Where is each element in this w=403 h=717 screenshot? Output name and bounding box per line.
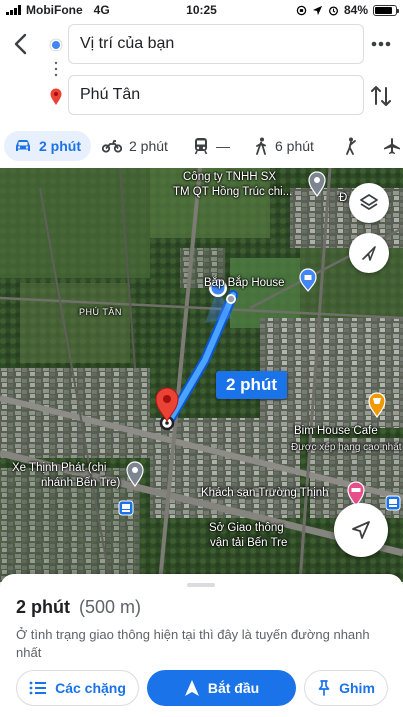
map-label-so-giao-thong[interactable]: Sở Giao thông — [209, 522, 284, 534]
steps-button[interactable]: Các chặng — [16, 670, 139, 706]
steps-button-label: Các chặng — [55, 680, 126, 696]
navigation-arrow-icon — [352, 521, 370, 539]
route-connector-icon — [49, 38, 63, 105]
route-description: Ở tình trạng giao thông hiện tại thì đây… — [16, 627, 370, 660]
layers-icon — [360, 194, 378, 210]
battery-fill — [375, 6, 392, 14]
mode-tab-label: — — [216, 138, 230, 154]
swap-vertical-icon — [371, 86, 391, 106]
map-view[interactable]: Công ty TNHH SX TM QT Hồng Trúc chi... Đ… — [0, 168, 403, 582]
route-summary: 2 phút (500 m) — [16, 597, 141, 618]
origin-input[interactable]: Vị trí của bạn — [68, 24, 364, 64]
flight-icon — [384, 138, 400, 154]
map-label-edge[interactable]: Đ — [339, 192, 347, 204]
walk-icon — [256, 137, 266, 155]
location-arrow-icon — [312, 5, 323, 15]
map-label-xe-thinh-phat[interactable]: nhánh Bến Tre) — [41, 477, 120, 489]
sheet-drag-handle[interactable] — [187, 583, 215, 587]
bus-stop-icon[interactable] — [118, 500, 134, 516]
start-button[interactable]: Bắt đầu — [147, 670, 296, 706]
destination-pin-icon[interactable] — [153, 386, 181, 422]
destination-input[interactable]: Phú Tân — [68, 75, 364, 115]
ride-icon — [346, 137, 356, 155]
motorbike-icon — [102, 140, 122, 153]
back-button[interactable] — [10, 30, 34, 58]
mode-tab-label: 2 phút — [129, 138, 168, 154]
status-bar: MobiFone 4G 10:25 84% — [0, 0, 403, 20]
shopping-pin-icon[interactable] — [298, 268, 318, 292]
battery-percent: 84% — [343, 3, 368, 17]
layers-button[interactable] — [349, 183, 389, 223]
mode-tab-driving[interactable]: 2 phút — [4, 131, 91, 161]
pin-button-label: Ghim — [339, 680, 375, 696]
route-distance: (500 m) — [79, 597, 142, 617]
back-arrow-icon — [14, 33, 27, 55]
compass-icon — [362, 246, 376, 261]
pushpin-icon — [318, 680, 330, 696]
mode-tab-ride[interactable] — [343, 131, 359, 161]
car-icon — [16, 140, 30, 151]
shop-pin-icon[interactable] — [125, 461, 145, 487]
more-options-button[interactable] — [367, 34, 395, 54]
alarm-icon — [328, 5, 338, 15]
travel-mode-tabs: 2 phút 2 phút — 6 phút — [0, 128, 403, 164]
cafe-pin-icon[interactable] — [367, 392, 387, 418]
mode-tab-motorbike[interactable]: 2 phút — [102, 131, 168, 161]
map-label-bim-house[interactable]: Bim House Cafe — [294, 425, 378, 437]
battery-icon — [373, 4, 399, 16]
map-label-hotel[interactable]: Khách sạn Trường Thịnh — [201, 487, 329, 499]
pin-button[interactable]: Ghim — [304, 670, 388, 706]
route-duration: 2 phút — [16, 597, 70, 617]
map-label-bim-house-rating: Được xếp hạng cao nhất — [291, 442, 402, 453]
orientation-lock-icon — [296, 5, 307, 15]
swap-button[interactable] — [367, 82, 395, 110]
navigate-button[interactable] — [334, 503, 388, 557]
map-label-bap-house[interactable]: Bắp Bắp House — [204, 277, 285, 289]
mode-tab-transit[interactable]: — — [193, 131, 230, 161]
route-eta-badge[interactable]: 2 phút — [216, 371, 287, 399]
mode-tab-label: 6 phút — [275, 138, 314, 154]
mode-tab-walking[interactable]: 6 phút — [254, 131, 314, 161]
navigation-arrow-icon — [184, 680, 199, 696]
bus-stop-icon[interactable] — [385, 495, 401, 511]
map-label-xe-thinh-phat[interactable]: Xe Thịnh Phát (chi — [12, 462, 106, 474]
place-pin-icon[interactable] — [307, 171, 327, 197]
compass-button[interactable] — [349, 233, 389, 273]
more-horizontal-icon — [371, 41, 391, 47]
start-button-label: Bắt đầu — [207, 680, 260, 696]
map-label-company[interactable]: Công ty TNHH SX — [183, 171, 276, 183]
transit-icon — [194, 138, 208, 155]
map-label-company[interactable]: TM QT Hồng Trúc chi... — [173, 186, 292, 198]
map-label-area: PHÚ TÂN — [79, 307, 122, 317]
list-icon — [29, 681, 47, 695]
map-label-so-giao-thong[interactable]: vận tải Bến Tre — [210, 537, 287, 549]
mode-tab-label: 2 phút — [39, 138, 81, 154]
mode-tab-flight[interactable] — [383, 131, 401, 161]
